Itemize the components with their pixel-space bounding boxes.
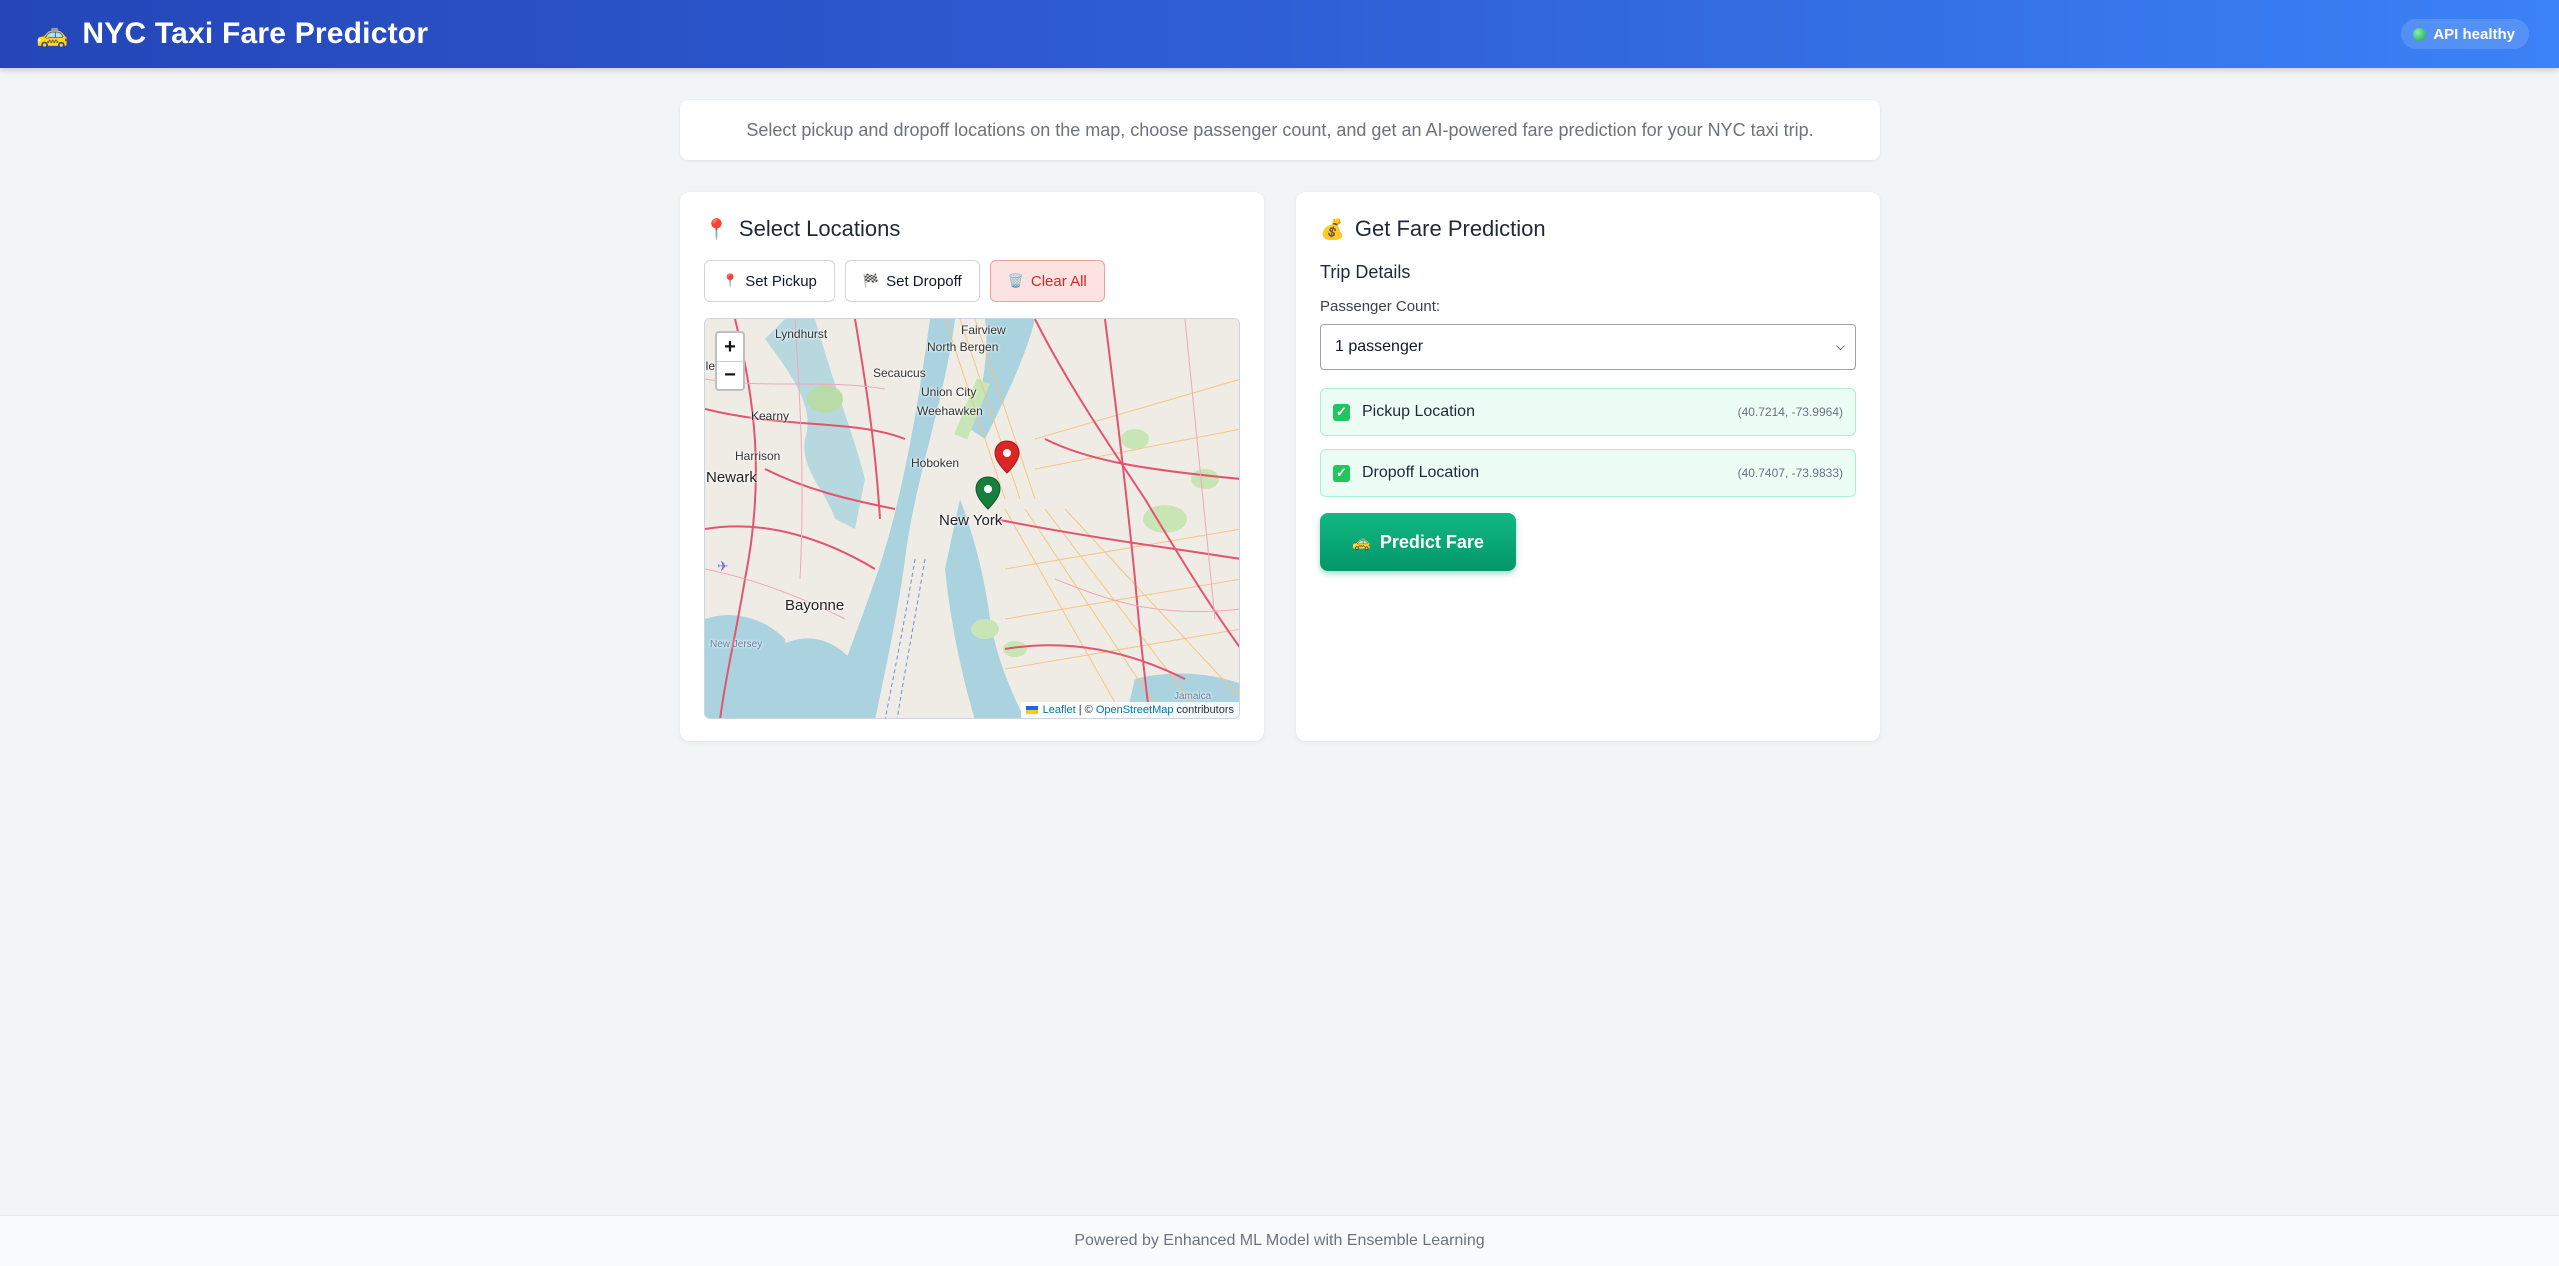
app-header: 🚕 NYC Taxi Fare Predictor API healthy xyxy=(0,0,2559,68)
attribution-separator: | © xyxy=(1075,704,1096,716)
map-label-weehawken: Weehawken xyxy=(917,404,983,418)
taxi-icon: 🚕 xyxy=(1352,534,1371,551)
predict-fare-button[interactable]: 🚕 Predict Fare xyxy=(1320,513,1516,571)
select-locations-title: Select Locations xyxy=(738,216,901,241)
trash-icon: 🗑️ xyxy=(1007,273,1024,288)
pickup-coordinates: (40.7214, -73.9964) xyxy=(1737,405,1843,419)
fare-prediction-title: Get Fare Prediction xyxy=(1354,216,1546,241)
map-label-hoboken: Hoboken xyxy=(911,456,960,470)
taxi-icon: 🚕 xyxy=(36,19,69,49)
map-label-north-bergen: North Bergen xyxy=(927,340,999,354)
page-footer: Powered by Enhanced ML Model with Ensemb… xyxy=(0,1215,2559,1266)
map-attribution: Leaflet | © OpenStreetMap contributors xyxy=(1020,702,1239,718)
clear-all-button[interactable]: 🗑️ Clear All xyxy=(989,260,1105,302)
api-status-text: API healthy xyxy=(2433,25,2515,43)
map-label-newark: Newark xyxy=(706,469,757,486)
pickup-location-label: Pickup Location xyxy=(1362,403,1475,420)
chevron-down-icon: ⌵ xyxy=(1835,339,1845,353)
api-status-badge: API healthy xyxy=(2401,19,2529,49)
fare-prediction-heading: 💰 Get Fare Prediction xyxy=(1320,216,1546,242)
attribution-suffix: contributors xyxy=(1173,704,1234,716)
map-label-new-jersey: New Jersey xyxy=(710,639,763,650)
clear-all-label: Clear All xyxy=(1030,272,1087,290)
pin-icon: 📍 xyxy=(704,218,729,241)
money-bag-icon: 💰 xyxy=(1320,218,1345,241)
set-pickup-button[interactable]: 📍 Set Pickup xyxy=(704,260,835,302)
ukraine-flag-icon xyxy=(1025,706,1038,715)
set-pickup-label: Set Pickup xyxy=(745,272,817,290)
zoom-in-button[interactable]: + xyxy=(717,333,743,361)
map-view[interactable]: ✈ Lyndhurst Fairview North Bergen llevil… xyxy=(704,318,1240,719)
app-title: NYC Taxi Fare Predictor xyxy=(82,17,429,50)
zoom-out-button[interactable]: − xyxy=(717,361,743,389)
footer-text: Powered by Enhanced ML Model with Ensemb… xyxy=(1074,1232,1485,1249)
set-dropoff-label: Set Dropoff xyxy=(886,272,962,290)
leaflet-link[interactable]: Leaflet xyxy=(1043,704,1076,716)
passenger-count-label: Passenger Count: xyxy=(1320,298,1441,315)
intro-text: Select pickup and dropoff locations on t… xyxy=(746,119,1814,140)
svg-text:✈: ✈ xyxy=(717,559,729,575)
dropoff-location-row: ✓ Dropoff Location (40.7407, -73.9833) xyxy=(1320,449,1856,497)
map-label-kearny: Kearny xyxy=(751,409,790,423)
zoom-control: + − xyxy=(715,331,745,391)
select-locations-heading: 📍 Select Locations xyxy=(704,216,900,242)
select-locations-card: 📍 Select Locations 📍 Set Pickup 🏁 Set Dr… xyxy=(680,192,1264,741)
pickup-location-row: ✓ Pickup Location (40.7214, -73.9964) xyxy=(1320,388,1856,436)
map-label-fairview: Fairview xyxy=(961,323,1006,337)
dropoff-location-label: Dropoff Location xyxy=(1362,464,1480,481)
set-dropoff-button[interactable]: 🏁 Set Dropoff xyxy=(844,260,980,302)
map-label-new-york: New York xyxy=(939,512,1003,529)
osm-link[interactable]: OpenStreetMap xyxy=(1096,704,1174,716)
trip-details-heading: Trip Details xyxy=(1320,262,1411,282)
map-label-jamaica: Jamaica xyxy=(1174,691,1212,702)
check-icon: ✓ xyxy=(1333,464,1350,482)
fare-prediction-card: 💰 Get Fare Prediction Trip Details Passe… xyxy=(1296,192,1880,741)
map-label-bayonne: Bayonne xyxy=(785,597,845,614)
map-label-secaucus: Secaucus xyxy=(873,366,926,380)
check-icon: ✓ xyxy=(1333,403,1350,421)
map-toolbar: 📍 Set Pickup 🏁 Set Dropoff 🗑️ Clear All xyxy=(704,260,1105,302)
passenger-count-value: 1 passenger xyxy=(1335,338,1424,355)
map-label-harrison: Harrison xyxy=(735,449,781,463)
status-dot-icon xyxy=(2413,27,2427,41)
intro-card: Select pickup and dropoff locations on t… xyxy=(680,100,1880,160)
passenger-count-select[interactable]: 1 passenger ⌵ xyxy=(1320,324,1856,370)
checkered-flag-icon: 🏁 xyxy=(862,273,880,288)
predict-fare-label: Predict Fare xyxy=(1379,531,1484,552)
dropoff-coordinates: (40.7407, -73.9833) xyxy=(1737,466,1843,480)
map-label-lyndhurst: Lyndhurst xyxy=(775,327,828,341)
brand: 🚕 NYC Taxi Fare Predictor xyxy=(36,14,428,54)
pin-icon: 📍 xyxy=(722,273,739,288)
map-label-union-city: Union City xyxy=(921,385,977,399)
